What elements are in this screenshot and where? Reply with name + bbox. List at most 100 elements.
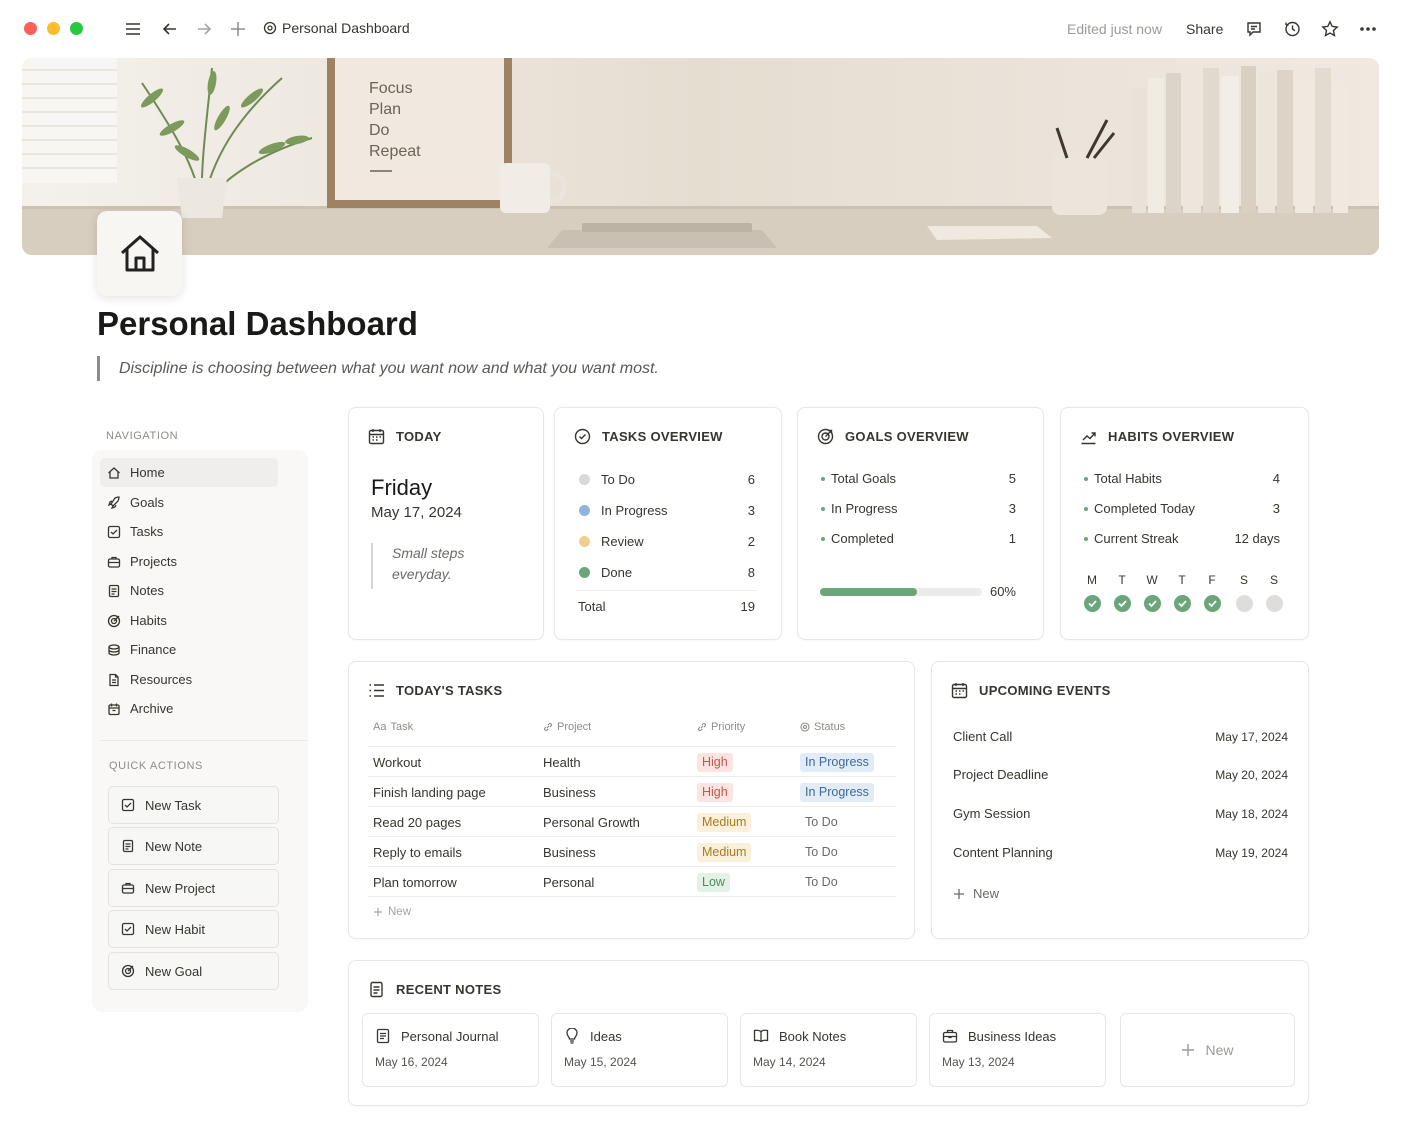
sidebar-item-home[interactable]: Home <box>100 458 278 487</box>
target-icon <box>107 614 121 627</box>
sidebar-item-habits[interactable]: Habits <box>100 606 278 635</box>
new-label: New <box>973 886 1000 901</box>
project-cell: Business <box>543 845 596 860</box>
sidebar-item-label: Tasks <box>130 524 164 539</box>
habit-check-icon[interactable] <box>1204 595 1221 612</box>
habits-row-label: Current Streak <box>1094 531 1179 546</box>
habit-check-icon[interactable] <box>1174 595 1191 612</box>
button-label: New Project <box>145 880 216 896</box>
note-card-personal-journal[interactable]: Personal Journal May 16, 2024 <box>362 1013 539 1087</box>
poster-line: Focus <box>369 80 413 97</box>
bullet-dot <box>1084 477 1088 481</box>
row-divider <box>368 806 896 807</box>
page-home-icon[interactable] <box>97 211 182 296</box>
note-card-book-notes[interactable]: Book Notes May 14, 2024 <box>740 1013 917 1087</box>
share-button[interactable]: Share <box>1186 21 1223 37</box>
row-divider <box>368 896 896 897</box>
goals-row-value: 5 <box>1008 471 1016 486</box>
maximize-window-button[interactable] <box>70 22 83 35</box>
briefcase-icon <box>121 882 135 894</box>
back-arrow-icon[interactable] <box>158 17 182 41</box>
poster-line: Repeat <box>369 143 421 160</box>
habits-row-label: Completed Today <box>1094 501 1195 516</box>
quote-line: Small steps <box>392 545 465 561</box>
favorite-star-icon[interactable] <box>1318 17 1342 41</box>
event-date: May 17, 2024 <box>1215 730 1288 744</box>
button-label: New Habit <box>145 921 205 937</box>
column-header-status[interactable]: Status <box>800 721 845 733</box>
column-header-project[interactable]: Project <box>543 721 591 733</box>
task-cell: Reply to emails <box>373 845 462 860</box>
status-badge: To Do <box>805 845 838 859</box>
status-badge: To Do <box>805 815 838 829</box>
habit-check-icon[interactable] <box>1266 595 1283 612</box>
quick-actions-label: QUICK ACTIONS <box>109 760 203 772</box>
overview-row-label: Done <box>601 565 633 580</box>
sidebar-item-archive[interactable]: Archive <box>100 694 278 723</box>
archive-icon <box>108 703 120 715</box>
new-task-button[interactable]: New Task <box>108 786 279 824</box>
new-task-row-button[interactable]: New <box>373 906 411 918</box>
new-page-plus-icon[interactable] <box>226 17 250 41</box>
new-goal-button[interactable]: New Goal <box>108 952 279 990</box>
task-cell: Plan tomorrow <box>373 875 457 890</box>
new-project-button[interactable]: New Project <box>108 869 279 907</box>
sidebar-menu-icon[interactable] <box>121 17 145 41</box>
sidebar-item-finance[interactable]: Finance <box>100 635 278 664</box>
minimize-window-button[interactable] <box>47 22 60 35</box>
briefcase-icon <box>107 556 121 568</box>
comments-icon[interactable] <box>1242 17 1266 41</box>
overview-row-value: 2 <box>747 534 755 549</box>
bullet-dot <box>821 507 825 511</box>
sidebar-item-resources[interactable]: Resources <box>100 665 278 694</box>
column-header-task[interactable]: Aa Task <box>373 721 413 733</box>
new-note-button[interactable]: New Note <box>108 827 279 865</box>
forward-arrow-icon[interactable] <box>192 17 216 41</box>
note-title: Personal Journal <box>375 1028 499 1044</box>
heading-label: TASKS OVERVIEW <box>602 429 723 444</box>
status-badge: To Do <box>805 875 838 889</box>
overview-row-value: 8 <box>747 565 755 580</box>
goals-row-label: Total Goals <box>831 471 897 486</box>
home-icon <box>108 466 120 479</box>
total-label: Total <box>578 599 606 614</box>
sidebar-item-tasks[interactable]: Tasks <box>100 517 278 546</box>
calendar-icon <box>951 683 968 699</box>
project-cell: Personal Growth <box>543 815 640 830</box>
checkbox-icon <box>107 525 121 538</box>
header-label: Status <box>814 721 846 733</box>
heading-label: TODAY'S TASKS <box>396 683 503 698</box>
goals-row-label: In Progress <box>831 501 898 516</box>
sidebar-item-goals[interactable]: Goals <box>100 488 278 517</box>
breadcrumb[interactable]: Personal Dashboard <box>263 20 410 36</box>
overview-row-label: Review <box>601 534 644 549</box>
task-cell: Workout <box>373 755 422 770</box>
tasks-overview-card: TASKS OVERVIEW To Do 6 In Progress 3 Rev… <box>554 407 782 640</box>
new-note-card-button[interactable]: New <box>1120 1013 1295 1087</box>
more-options-icon[interactable] <box>1356 17 1380 41</box>
habit-check-icon[interactable] <box>1144 595 1161 612</box>
note-date: May 13, 2024 <box>942 1055 1015 1069</box>
habit-check-icon[interactable] <box>1236 595 1253 612</box>
habit-day-label: M <box>1087 573 1097 587</box>
sidebar-item-projects[interactable]: Projects <box>100 547 278 576</box>
heading-label: TODAY <box>396 429 442 444</box>
lightbulb-icon <box>566 1028 578 1044</box>
goals-row-value: 3 <box>1008 501 1016 516</box>
history-clock-icon[interactable] <box>1280 17 1304 41</box>
sidebar-item-label: Archive <box>130 701 174 716</box>
upcoming-events-card: UPCOMING EVENTS Client Call May 17, 2024… <box>931 661 1309 939</box>
cover-image[interactable]: Focus Plan Do Repeat <box>22 58 1379 255</box>
rocket-icon <box>107 495 120 509</box>
close-window-button[interactable] <box>24 22 37 35</box>
note-card-ideas[interactable]: Ideas May 15, 2024 <box>551 1013 728 1087</box>
note-card-business-ideas[interactable]: Business Ideas May 13, 2024 <box>929 1013 1106 1087</box>
new-habit-button[interactable]: New Habit <box>108 910 279 948</box>
row-divider <box>368 836 896 837</box>
sidebar-item-notes[interactable]: Notes <box>100 576 278 605</box>
habit-check-icon[interactable] <box>1084 595 1101 612</box>
new-event-button[interactable]: New <box>953 886 999 901</box>
habit-check-icon[interactable] <box>1114 595 1131 612</box>
column-header-priority[interactable]: Priority <box>697 721 745 733</box>
bullet-dot <box>821 477 825 481</box>
